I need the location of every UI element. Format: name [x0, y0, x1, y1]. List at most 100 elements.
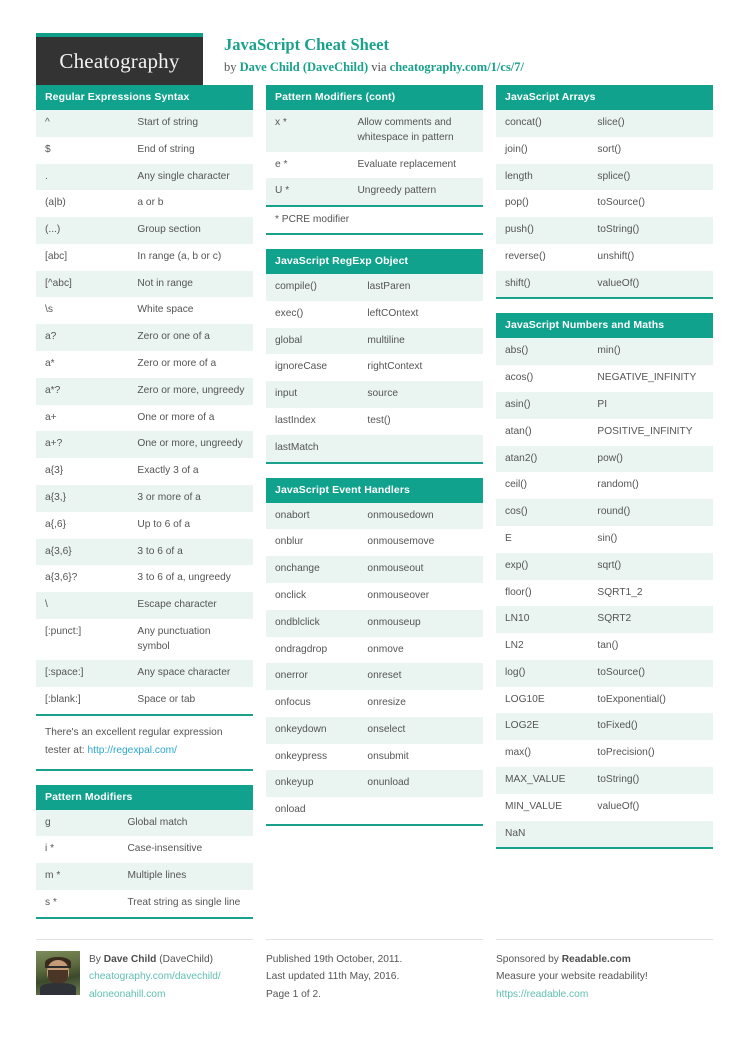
- kv-table: x * Allow comments and whitespace in patt…: [266, 110, 483, 206]
- page-title: JavaScript Cheat Sheet: [224, 35, 389, 54]
- row-key: join(): [496, 136, 589, 164]
- row-value: min(): [588, 338, 713, 366]
- table-row: max() toPrecision(): [496, 740, 713, 767]
- row-value: Zero or one of a: [128, 324, 253, 352]
- row-key: lastIndex: [266, 408, 359, 435]
- table-row: (a|b) a or b: [36, 190, 253, 218]
- row-key: exec(): [266, 300, 359, 328]
- footer-personal-site-link[interactable]: aloneonahill.com: [89, 989, 165, 1000]
- table-row: a{,6} Up to 6 of a: [36, 511, 253, 539]
- row-value: onunload: [358, 770, 483, 798]
- table-row: shift() valueOf(): [496, 270, 713, 298]
- row-value: [358, 797, 483, 824]
- footer-site-link-row: aloneonahill.com: [89, 986, 221, 1004]
- row-value: onmousedown: [358, 502, 483, 530]
- row-value: One or more, ungreedy: [128, 431, 253, 459]
- table-row: ondragdrop onmove: [266, 636, 483, 664]
- block-title: Pattern Modifiers: [36, 784, 253, 810]
- table-row: [^abc] Not in range: [36, 270, 253, 298]
- table-row: log() toSource(): [496, 659, 713, 687]
- row-value: tan(): [588, 633, 713, 660]
- row-key: onchange: [266, 556, 359, 583]
- row-value: Any punctuation symbol: [128, 618, 253, 661]
- block-title: Regular Expressions Syntax: [36, 85, 253, 110]
- row-key: ondragdrop: [266, 636, 359, 664]
- row-key: max(): [496, 740, 589, 767]
- note-link[interactable]: http://regexpal.com/: [87, 745, 176, 756]
- row-value: End of string: [128, 136, 253, 164]
- row-value: Allow comments and whitespace in pattern: [348, 110, 483, 152]
- row-key: lastMatch: [266, 434, 359, 462]
- row-value: rightContext: [358, 354, 483, 382]
- row-value: a or b: [128, 190, 253, 218]
- row-value: 3 to 6 of a: [128, 538, 253, 566]
- page-number: Page 1 of 2.: [266, 988, 321, 1000]
- row-value: White space: [128, 297, 253, 325]
- row-value: onmouseout: [358, 556, 483, 583]
- sponsor-link[interactable]: https://readable.com: [496, 989, 588, 1000]
- table-row: [:punct:] Any punctuation symbol: [36, 618, 253, 661]
- block-title: JavaScript Numbers and Maths: [496, 313, 713, 339]
- row-value: pow(): [588, 445, 713, 473]
- row-value: Any space character: [128, 660, 253, 688]
- row-value: Zero or more, ungreedy: [128, 377, 253, 405]
- row-key: asin(): [496, 392, 589, 419]
- row-value: One or more of a: [128, 404, 253, 432]
- row-key: a+: [36, 404, 129, 432]
- row-key: onkeyup: [266, 770, 359, 798]
- row-key: m *: [36, 863, 119, 890]
- row-value: Start of string: [128, 110, 253, 137]
- row-value: SQRT1_2: [588, 579, 713, 607]
- updated-date: Last updated 11th May, 2016.: [266, 971, 400, 983]
- row-value: random(): [588, 472, 713, 500]
- source-url-link[interactable]: cheatography.com/1/cs/7/: [390, 60, 524, 74]
- kv-table: abs() min() acos() NEGATIVE_INFINITY asin() P…: [496, 338, 713, 848]
- kv-table: onabort onmousedown onblur onmousemove oncha…: [266, 502, 483, 824]
- row-value: multiline: [358, 327, 483, 355]
- block-title: JavaScript Arrays: [496, 85, 713, 110]
- row-value: onsubmit: [358, 743, 483, 771]
- footer-author: By Dave Child (DaveChild) cheatography.c…: [36, 938, 253, 1004]
- row-key: .: [36, 163, 129, 191]
- row-value: sqrt(): [588, 552, 713, 580]
- footer-author-name: Dave Child: [103, 953, 157, 965]
- row-value: 3 to 6 of a, ungreedy: [128, 565, 253, 593]
- table-row: [:blank:] Space or tab: [36, 687, 253, 714]
- row-key: ignoreCase: [266, 354, 359, 382]
- author-link[interactable]: Dave Child (DaveChild): [240, 60, 368, 74]
- table-row: onchange onmouseout: [266, 556, 483, 583]
- row-value: POSITIVE_INFINITY: [588, 418, 713, 446]
- footer-sponsor-text: Sponsored by Readable.com Measure your w…: [496, 951, 648, 1004]
- row-key: global: [266, 327, 359, 355]
- footer-publish: Published 19th October, 2011. Last updat…: [266, 938, 483, 1004]
- footer-profile-link-row: cheatography.com/davechild/: [89, 968, 221, 986]
- row-key: a{3,6}: [36, 538, 129, 566]
- logo-text: Cheatography: [59, 48, 180, 73]
- row-key: compile(): [266, 274, 359, 301]
- row-value: Not in range: [128, 270, 253, 298]
- footer-profile-link[interactable]: cheatography.com/davechild/: [89, 971, 221, 982]
- content-block: Regular Expressions Syntax ^ Start of stri…: [36, 85, 253, 771]
- kv-table: concat() slice() join() sort() length splice(…: [496, 110, 713, 298]
- table-row: LN10 SQRT2: [496, 606, 713, 634]
- row-key: a*: [36, 351, 129, 378]
- row-key: atan(): [496, 418, 589, 446]
- row-key: e *: [266, 151, 349, 179]
- row-value: Case-insensitive: [118, 836, 253, 864]
- table-row: \s White space: [36, 297, 253, 325]
- table-row: a{3,} 3 or more of a: [36, 484, 253, 512]
- footer-author-handle: (DaveChild): [156, 953, 214, 965]
- table-row: a{3,6} 3 to 6 of a: [36, 538, 253, 566]
- row-value: Treat string as single line: [118, 890, 253, 917]
- row-value: onmouseup: [358, 609, 483, 637]
- row-key: LOG2E: [496, 713, 589, 741]
- row-value: Multiple lines: [118, 863, 253, 890]
- row-key: a{3}: [36, 458, 129, 485]
- row-key: onload: [266, 797, 359, 824]
- row-value: toExponential(): [588, 686, 713, 714]
- cheatography-logo[interactable]: Cheatography: [36, 33, 203, 85]
- row-value: source: [358, 381, 483, 409]
- table-row: cos() round(): [496, 499, 713, 526]
- table-row: g Global match: [36, 809, 253, 837]
- table-row: MIN_VALUE valueOf(): [496, 793, 713, 821]
